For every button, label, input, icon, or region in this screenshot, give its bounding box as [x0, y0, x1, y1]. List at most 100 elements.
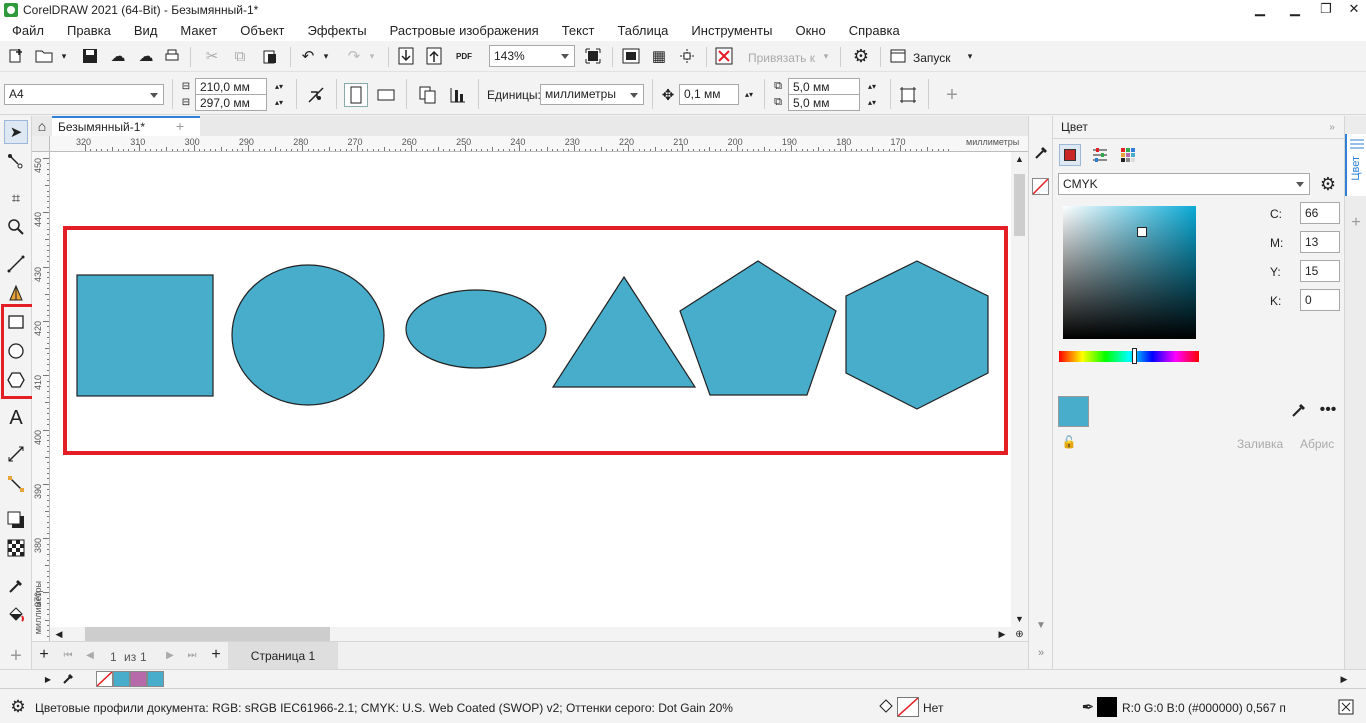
color-viewer-tab[interactable] — [1059, 144, 1081, 166]
fill-none-swatch[interactable] — [897, 697, 919, 717]
menu-view[interactable]: Вид — [122, 23, 158, 38]
menu-layout[interactable]: Макет — [168, 23, 217, 38]
restore-button[interactable]: ❐ — [1314, 0, 1338, 19]
open-dropdown-icon[interactable]: ▾ — [58, 46, 70, 66]
color-palettes-tab-icon[interactable] — [1117, 144, 1139, 166]
height-spin-icon[interactable]: ▴▾ — [268, 94, 290, 111]
open-folder-icon[interactable] — [34, 46, 54, 66]
connector-tool-icon[interactable] — [4, 472, 28, 496]
yellow-input[interactable]: 15 — [1300, 260, 1340, 282]
current-page-icon[interactable] — [446, 83, 470, 107]
menu-table[interactable]: Таблица — [605, 23, 668, 38]
portrait-orientation-icon[interactable] — [344, 83, 368, 107]
shape-tool-icon[interactable] — [4, 150, 28, 174]
scroll-left-icon[interactable]: ◀ — [52, 627, 66, 641]
scroll-down-icon[interactable]: ▼ — [1011, 612, 1028, 626]
first-page-icon[interactable]: ⏮ — [60, 647, 76, 663]
nudge-spin-icon[interactable]: ▴▾ — [740, 84, 758, 105]
page-height-input[interactable]: 297,0 мм — [195, 94, 267, 111]
current-color-swatch[interactable] — [1058, 396, 1089, 427]
zoom-to-page-icon[interactable] — [582, 46, 604, 66]
nudge-distance-input[interactable]: 0,1 мм — [679, 84, 739, 105]
text-tool-icon[interactable]: A — [4, 406, 28, 430]
fill-button[interactable]: Заливка — [1237, 437, 1283, 451]
minimize-button[interactable]: ▁ — [1248, 0, 1272, 19]
page-tab[interactable]: Страница 1 — [228, 642, 338, 669]
import-icon[interactable] — [396, 46, 416, 66]
menu-effects[interactable]: Эффекты — [296, 23, 367, 38]
lock-icon[interactable]: 🔓 — [1061, 434, 1077, 450]
add-page-after-icon[interactable]: + — [208, 646, 224, 663]
show-guidelines-icon[interactable] — [676, 46, 698, 66]
cyan-input[interactable]: 66 — [1300, 202, 1340, 224]
add-tool-icon[interactable]: + — [4, 644, 28, 668]
add-property-icon[interactable]: + — [940, 83, 964, 107]
undo-icon[interactable]: ↶ — [298, 46, 318, 66]
dock-expand-icon[interactable]: » — [1032, 644, 1050, 662]
cloud-download-icon[interactable]: ☁ — [136, 46, 156, 66]
duplicate-x-input[interactable]: 5,0 мм — [788, 78, 860, 95]
undo-dropdown-icon[interactable]: ▾ — [320, 46, 332, 66]
duplicate-y-input[interactable]: 5,0 мм — [788, 94, 860, 111]
landscape-orientation-icon[interactable] — [374, 83, 398, 107]
palette-swatch-2[interactable] — [130, 671, 147, 687]
launch-dropdown[interactable]: Запуск — [913, 51, 951, 65]
color-settings-icon[interactable]: ⚙ — [1317, 173, 1339, 195]
color-profiles-text[interactable]: Цветовые профили документа: RGB: sRGB IE… — [35, 701, 733, 715]
pick-tool-icon[interactable]: ➤ — [4, 120, 28, 144]
show-grid-icon[interactable]: ▦ — [648, 46, 670, 66]
snap-dropdown-icon[interactable]: ▾ — [820, 46, 832, 66]
dup-x-spin-icon[interactable]: ▴▾ — [861, 78, 883, 95]
copy-icon[interactable]: ⧉ — [230, 46, 250, 66]
horizontal-scroll-thumb[interactable] — [85, 627, 330, 641]
vertical-scroll-thumb[interactable] — [1014, 174, 1025, 236]
launch-icon[interactable] — [888, 46, 908, 66]
add-docker-icon[interactable]: + — [1347, 214, 1365, 232]
eyedropper-tool-icon[interactable] — [4, 574, 28, 598]
hue-slider-handle[interactable] — [1132, 348, 1137, 364]
scroll-up-icon[interactable]: ▲ — [1011, 152, 1028, 166]
dock-eyedropper-icon[interactable] — [1032, 144, 1050, 162]
menu-object[interactable]: Объект — [228, 23, 284, 38]
menu-edit[interactable]: Правка — [55, 23, 111, 38]
full-screen-preview-icon[interactable] — [620, 46, 642, 66]
width-spin-icon[interactable]: ▴▾ — [268, 78, 290, 95]
palette-eyedropper-icon[interactable] — [60, 671, 76, 687]
freehand-tool-icon[interactable] — [4, 252, 28, 276]
cloud-upload-icon[interactable]: ☁ — [108, 46, 128, 66]
paste-icon[interactable] — [260, 46, 280, 66]
no-color-swatch[interactable] — [96, 671, 113, 687]
last-page-icon[interactable]: ⏭ — [184, 647, 200, 663]
drawing-canvas[interactable] — [50, 152, 1011, 641]
page-width-input[interactable]: 210,0 мм — [195, 78, 267, 95]
menu-bitmaps[interactable]: Растровые изображения — [378, 23, 539, 38]
color-picker-area[interactable] — [1063, 206, 1196, 339]
crop-tool-icon[interactable]: ⌗ — [4, 186, 28, 210]
more-options-icon[interactable]: ••• — [1317, 400, 1339, 420]
print-icon[interactable] — [162, 46, 182, 66]
export-pdf-icon[interactable]: PDF — [452, 46, 476, 66]
page-layout-icon[interactable] — [304, 83, 328, 107]
snap-to-dropdown[interactable]: Привязать к — [748, 51, 815, 65]
menu-file[interactable]: Файл — [0, 23, 44, 38]
hue-slider[interactable] — [1059, 348, 1199, 364]
next-page-icon[interactable]: ▶ — [162, 647, 178, 663]
home-icon[interactable]: ⌂ — [34, 118, 50, 134]
dock-no-color-swatch[interactable] — [1032, 178, 1049, 195]
panel-eyedropper-icon[interactable] — [1289, 400, 1309, 420]
prev-page-icon[interactable]: ◀ — [82, 647, 98, 663]
palette-expand-icon[interactable]: ▶ — [1336, 671, 1352, 687]
transparency-tool-icon[interactable] — [4, 536, 28, 560]
snap-off-icon[interactable] — [712, 46, 736, 66]
minimize-button-2[interactable]: ▁ — [1283, 0, 1307, 19]
color-settings-gear-icon[interactable]: ⚙ — [8, 697, 28, 717]
new-tab-icon[interactable]: + — [172, 118, 188, 134]
docker-collapse-icon[interactable]: » — [1325, 120, 1339, 134]
dock-scroll-down-icon[interactable]: ▼ — [1032, 616, 1050, 634]
palette-swatch-1[interactable] — [113, 671, 130, 687]
save-icon[interactable] — [80, 46, 100, 66]
palette-scroll-left-icon[interactable]: ▶ — [42, 671, 54, 687]
outline-button[interactable]: Абрис — [1300, 437, 1334, 451]
black-input[interactable]: 0 — [1300, 289, 1340, 311]
outline-color-swatch[interactable] — [1097, 697, 1117, 717]
